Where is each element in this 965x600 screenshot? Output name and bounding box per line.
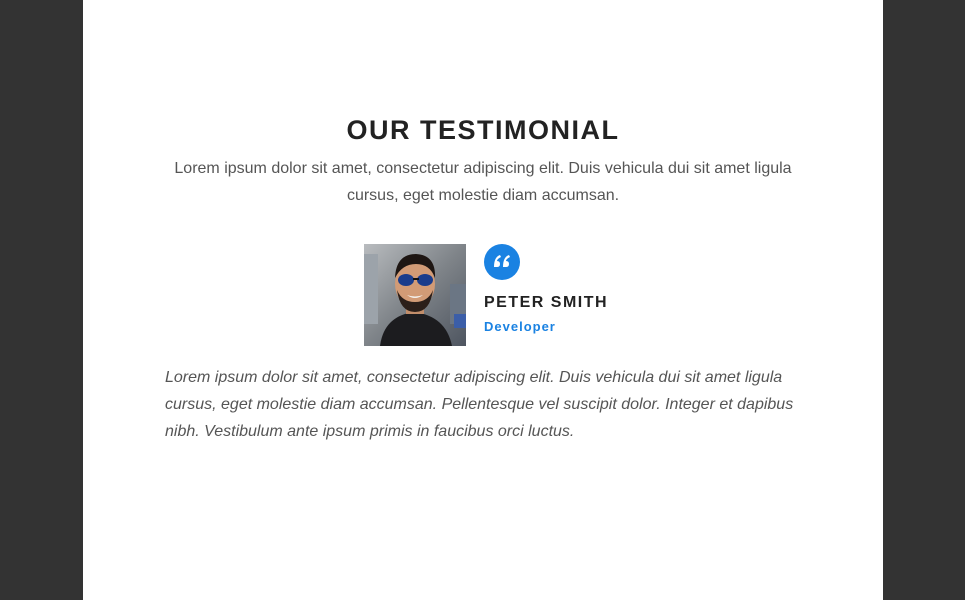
avatar-image [364, 244, 466, 346]
person-role: Developer [484, 319, 556, 334]
testimonial-section: OUR TESTIMONIAL Lorem ipsum dolor sit am… [83, 0, 883, 600]
person-photo [364, 244, 466, 346]
section-title: OUR TESTIMONIAL [346, 115, 620, 145]
person-name: PETER SMITH [484, 294, 609, 311]
quote-icon [484, 244, 520, 280]
testimonial-quote: Lorem ipsum dolor sit amet, consectetur … [165, 369, 794, 440]
section-subtitle: Lorem ipsum dolor sit amet, consectetur … [174, 160, 792, 204]
